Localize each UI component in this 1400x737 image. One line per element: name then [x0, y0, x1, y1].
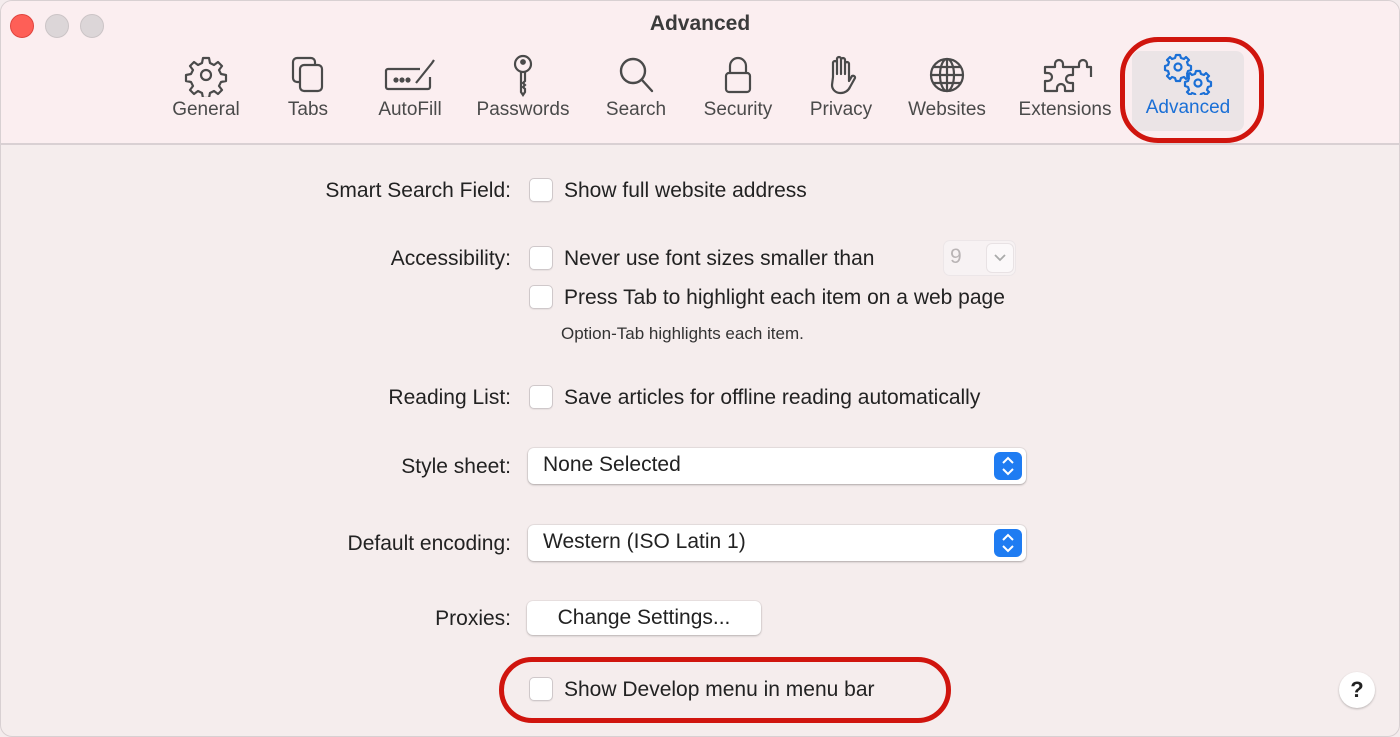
autofill-icon: [384, 59, 435, 91]
up-down-chevron-icon: [994, 452, 1022, 480]
tab-label: Extensions: [1018, 99, 1112, 120]
tab-label: AutoFill: [378, 99, 442, 120]
tabs-icon: [291, 56, 324, 93]
style-sheet-label: Style sheet:: [401, 455, 511, 478]
show-full-address-text: Show full website address: [564, 179, 807, 202]
option-tab-hint: Option-Tab highlights each item.: [561, 324, 804, 343]
tab-websites[interactable]: Websites: [901, 53, 993, 131]
default-encoding-select[interactable]: Western (ISO Latin 1): [528, 525, 1026, 561]
default-encoding-value: Western (ISO Latin 1): [543, 530, 746, 553]
puzzle-icon: [1043, 58, 1093, 93]
tab-label: Passwords: [476, 99, 570, 120]
press-tab-text: Press Tab to highlight each item on a we…: [564, 286, 1005, 309]
style-sheet-value: None Selected: [543, 453, 681, 476]
font-size-value: 9: [950, 245, 962, 268]
tab-passwords[interactable]: Passwords: [471, 53, 575, 131]
globe-icon: [929, 57, 965, 93]
press-tab-checkbox[interactable]: [529, 285, 553, 309]
tab-security[interactable]: Security: [697, 53, 779, 131]
help-button[interactable]: ?: [1339, 672, 1375, 708]
show-full-address-checkbox[interactable]: [529, 178, 553, 202]
tab-tabs[interactable]: Tabs: [278, 53, 338, 131]
tab-label: Websites: [908, 99, 986, 120]
show-develop-menu-checkbox[interactable]: [529, 677, 553, 701]
save-offline-checkbox[interactable]: [529, 385, 553, 409]
tab-label: Search: [605, 99, 667, 120]
style-sheet-select[interactable]: None Selected: [528, 448, 1026, 484]
lock-icon: [724, 56, 752, 94]
window-title: Advanced: [649, 12, 751, 35]
tab-extensions[interactable]: Extensions: [1013, 53, 1117, 131]
save-offline-text: Save articles for offline reading automa…: [564, 386, 981, 409]
tab-label: Privacy: [809, 99, 873, 120]
safari-preferences-window: Advanced General Tabs AutoFill Passwords…: [0, 0, 1400, 737]
min-font-size-text: Never use font sizes smaller than: [564, 247, 875, 270]
search-icon: [619, 57, 654, 93]
titlebar: Advanced General Tabs AutoFill Passwords…: [1, 1, 1399, 145]
tab-autofill[interactable]: AutoFill: [371, 53, 449, 131]
default-encoding-label: Default encoding:: [347, 532, 511, 555]
tab-label: Security: [703, 99, 773, 120]
change-settings-button[interactable]: Change Settings...: [527, 601, 761, 635]
reading-list-label: Reading List:: [388, 386, 511, 409]
tab-label: General: [172, 99, 240, 120]
accessibility-label: Accessibility:: [390, 247, 511, 270]
tab-label: Tabs: [287, 99, 329, 120]
show-develop-menu-text: Show Develop menu in menu bar: [564, 678, 875, 701]
gears-icon: [1163, 53, 1213, 95]
min-font-size-checkbox[interactable]: [529, 246, 553, 270]
chevron-down-icon: [987, 244, 1013, 272]
font-size-popup[interactable]: 9: [944, 241, 1015, 275]
proxies-label: Proxies:: [435, 607, 511, 630]
smart-search-label: Smart Search Field:: [325, 179, 511, 202]
key-icon: [513, 54, 533, 97]
tab-search[interactable]: Search: [601, 53, 671, 131]
gear-icon: [184, 56, 228, 97]
tab-privacy[interactable]: Privacy: [805, 53, 877, 131]
tab-label: Advanced: [1145, 97, 1231, 118]
tab-general[interactable]: General: [166, 53, 246, 131]
tab-advanced[interactable]: Advanced: [1132, 51, 1244, 131]
hand-icon: [830, 55, 857, 95]
up-down-chevron-icon: [994, 529, 1022, 557]
